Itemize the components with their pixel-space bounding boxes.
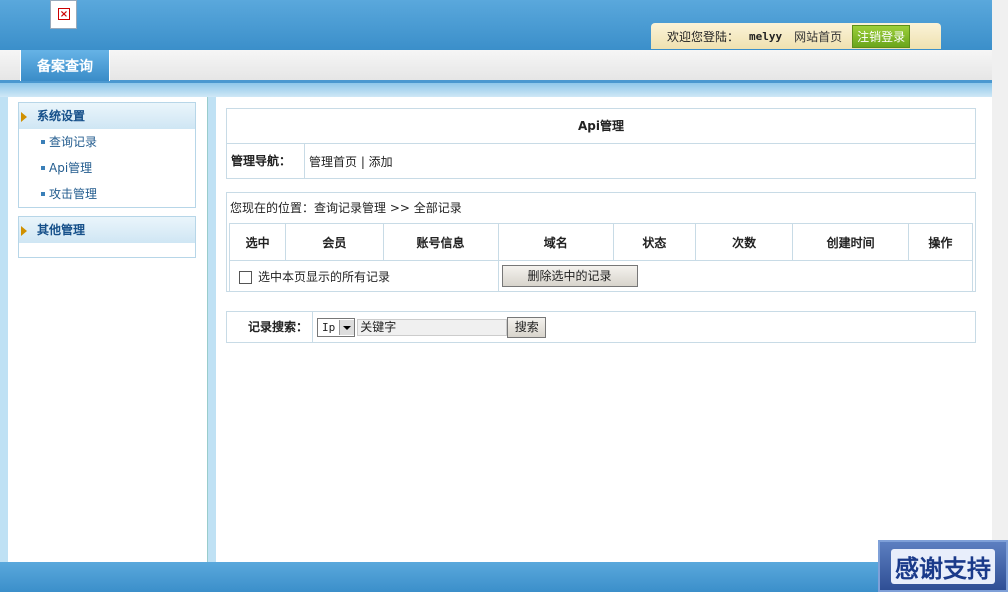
divider-strip: [0, 83, 992, 97]
bullet-icon: [41, 192, 45, 196]
sidebar-group-title: 其他管理: [37, 223, 86, 237]
search-field-select[interactable]: Ip: [317, 317, 356, 337]
site-home-link[interactable]: 网站首页: [794, 28, 842, 45]
column-header: 会员: [285, 223, 384, 261]
scrollbar[interactable]: [992, 0, 1008, 592]
column-header: 状态: [612, 223, 696, 261]
sidebar-group-title: 系统设置: [37, 109, 86, 123]
panel-title: Api管理: [227, 109, 975, 144]
sidebar-item-attack[interactable]: 攻击管理: [19, 181, 195, 207]
bullet-icon: [41, 140, 45, 144]
main-frame: 系统设置 查询记录 Api管理 攻击管理 其他管理 Api管理 管理导航： 管理…: [0, 97, 992, 562]
search-field-value: Ip: [322, 320, 336, 334]
sidebar: 系统设置 查询记录 Api管理 攻击管理 其他管理: [8, 97, 208, 562]
sidebar-group-header[interactable]: 系统设置: [19, 103, 195, 129]
tab-strip: 备案查询: [0, 50, 992, 83]
delete-selected-button[interactable]: 删除选中的记录: [501, 265, 638, 287]
sidebar-group-system: 系统设置 查询记录 Api管理 攻击管理: [18, 102, 196, 208]
manage-nav: 管理导航： 管理首页 | 添加: [227, 144, 975, 178]
nav-label: 管理导航：: [227, 144, 305, 178]
column-header: 操作: [907, 223, 974, 261]
api-panel: Api管理 管理导航： 管理首页 | 添加: [226, 108, 976, 179]
sidebar-group-other: 其他管理: [18, 216, 196, 258]
logout-button[interactable]: 注销登录: [852, 24, 911, 48]
sidebar-item-label: 查询记录: [49, 135, 98, 149]
user-bar: 欢迎您登陆： melyy 网站首页 注销登录: [651, 23, 941, 49]
column-header: 账号信息: [382, 223, 499, 261]
arrow-right-icon: [21, 226, 27, 236]
records-panel: 您现在的位置：查询记录管理 >> 全部记录 选中 会员 账号信息 域名 状态 次…: [226, 192, 976, 292]
sidebar-item-label: 攻击管理: [49, 187, 98, 201]
table-action-row: 选中本页显示的所有记录 删除选中的记录: [229, 260, 974, 292]
column-header: 选中: [228, 223, 287, 261]
chevron-down-icon[interactable]: [339, 319, 355, 335]
breadcrumb: 您现在的位置：查询记录管理 >> 全部记录: [230, 201, 462, 215]
thanks-badge: 感谢支持: [878, 540, 1008, 592]
search-panel: 记录搜索： Ip 关键字 搜索: [226, 311, 976, 343]
search-button[interactable]: 搜索: [507, 316, 547, 338]
sidebar-item-label: Api管理: [49, 161, 93, 175]
thanks-text: 感谢支持: [891, 548, 995, 584]
tab-filing-query[interactable]: 备案查询: [20, 50, 110, 81]
search-label: 记录搜索：: [227, 312, 313, 342]
bullet-icon: [41, 166, 45, 170]
content-area: Api管理 管理导航： 管理首页 | 添加 您现在的位置：查询记录管理 >> 全…: [216, 97, 992, 562]
username: melyy: [749, 29, 783, 43]
records-table: 选中 会员 账号信息 域名 状态 次数 创建时间 操作 选中本页显示的所有记录 …: [228, 223, 974, 292]
table-header-row: 选中 会员 账号信息 域名 状态 次数 创建时间 操作: [228, 223, 974, 261]
column-header: 次数: [694, 223, 794, 261]
sidebar-item-api[interactable]: Api管理: [19, 155, 195, 181]
arrow-right-icon: [21, 112, 27, 122]
footer-bar: [0, 562, 992, 592]
column-header: 创建时间: [792, 223, 909, 261]
keyword-input[interactable]: 关键字: [357, 318, 508, 336]
select-all-checkbox[interactable]: [239, 270, 252, 284]
sidebar-group-header[interactable]: 其他管理: [19, 217, 195, 243]
welcome-label: 欢迎您登陆：: [667, 29, 740, 44]
sidebar-item-query-records[interactable]: 查询记录: [19, 129, 195, 155]
select-all-label: 选中本页显示的所有记录: [258, 269, 391, 284]
column-header: 域名: [497, 223, 614, 261]
nav-links[interactable]: 管理首页 | 添加: [305, 153, 393, 170]
broken-image-icon: ×: [50, 0, 77, 29]
